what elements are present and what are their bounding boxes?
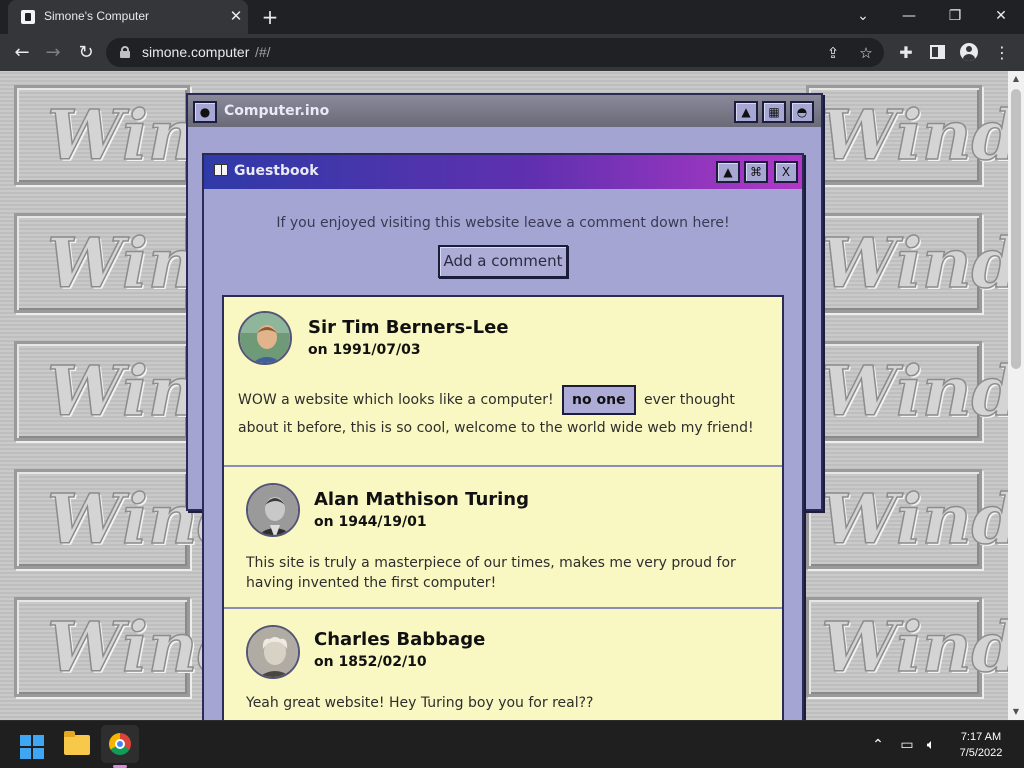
comment-author: Alan Mathison Turing <box>314 489 529 510</box>
close-window-icon[interactable]: ✕ <box>981 4 1021 28</box>
grid-icon[interactable]: ▦ <box>762 101 786 123</box>
url-path: /#/ <box>255 44 271 60</box>
comment-date: on 1852/02/10 <box>314 654 427 670</box>
background-tile: Windo <box>14 85 291 185</box>
restore-icon[interactable]: ❐ <box>935 4 975 28</box>
comment-item: Sir Tim Berners-Lee on 1991/07/03 WOW a … <box>224 297 782 467</box>
window-menu-icon[interactable]: ● <box>193 101 217 123</box>
comment-item: Charles Babbage on 1852/02/10 Yeah great… <box>224 611 782 720</box>
comment-list[interactable]: Sir Tim Berners-Lee on 1991/07/03 WOW a … <box>222 295 784 720</box>
close-icon[interactable]: X <box>774 161 798 183</box>
forward-arrow-icon[interactable]: → <box>40 40 66 66</box>
comment-body: Yeah great website! Hey Turing boy you f… <box>246 695 594 711</box>
guestbook-title: Guestbook <box>234 163 319 179</box>
file-explorer-icon[interactable] <box>64 731 90 755</box>
minimize-icon[interactable]: — <box>889 4 929 28</box>
background-tile: Windo <box>806 469 1008 569</box>
background-logo-text: Windo <box>820 480 1008 560</box>
computer-window-title: Computer.ino <box>224 103 330 119</box>
browser-toolbar: ← → ↻ simone.computer /#/ ⇪ ☆ ✚ ⋮ <box>0 34 1024 71</box>
network-icon[interactable]: ▭ <box>896 733 918 757</box>
extensions-puzzle-icon[interactable]: ✚ <box>893 40 919 66</box>
background-tile: Windo <box>14 341 291 441</box>
bookmark-star-icon[interactable]: ☆ <box>855 42 877 64</box>
taskbar: ⌃ ▭ 🔈︎ 7:17 AM 7/5/2022 <box>0 720 1024 768</box>
background-tile: Windo <box>14 469 291 569</box>
avatar <box>246 625 300 679</box>
background-tile: Windo <box>806 213 1008 313</box>
book-icon <box>214 164 228 176</box>
add-comment-button[interactable]: Add a comment <box>438 245 568 278</box>
tab-search-icon[interactable]: ⌄ <box>843 4 883 28</box>
no-one-button[interactable]: no one <box>562 385 636 415</box>
comment-date: on 1991/07/03 <box>308 342 421 358</box>
minimize-triangle-icon[interactable]: ▲ <box>716 161 740 183</box>
lock-icon[interactable] <box>120 46 130 58</box>
tab-title: Simone's Computer <box>44 9 149 23</box>
more-menu-icon[interactable]: ⋮ <box>989 40 1015 66</box>
chrome-icon <box>109 733 131 755</box>
half-circle-icon[interactable]: ◓ <box>790 101 814 123</box>
scroll-down-arrow-icon[interactable]: ▼ <box>1008 704 1024 720</box>
guestbook-intro: If you enjoyed visiting this website lea… <box>276 215 730 231</box>
clock-date: 7/5/2022 <box>959 747 1003 759</box>
clock-time: 7:17 AM <box>960 731 1002 743</box>
background-logo-text: Windo <box>820 224 1008 304</box>
share-icon[interactable]: ⇪ <box>822 42 844 64</box>
comment-body: WOW a website which looks like a compute… <box>238 385 772 441</box>
site-favicon-icon <box>21 10 35 24</box>
command-icon[interactable]: ⌘ <box>744 161 768 183</box>
address-bar[interactable]: simone.computer /#/ ⇪ ☆ <box>106 38 884 67</box>
guestbook-window[interactable]: Guestbook ▲ ⌘ X If you enjoyed visiting … <box>202 153 804 720</box>
minimize-triangle-icon[interactable]: ▲ <box>734 101 758 123</box>
comment-date: on 1944/19/01 <box>314 514 427 530</box>
page-scrollbar[interactable]: ▲ ▼ <box>1008 71 1024 720</box>
page-viewport: Windo Windo Windo Windo Windo Windo Wind… <box>0 71 1008 720</box>
computer-window-titlebar[interactable]: ● Computer.ino ▲ ▦ ◓ <box>188 95 821 127</box>
background-logo-text: Windo <box>820 608 1008 688</box>
comment-author: Charles Babbage <box>314 629 486 650</box>
chrome-taskbar-button[interactable] <box>101 725 139 763</box>
background-logo-text: Windo <box>820 96 1008 176</box>
comment-item: Alan Mathison Turing on 1944/19/01 This … <box>224 469 782 609</box>
windows-start-icon[interactable] <box>20 735 44 759</box>
background-tile: Windo <box>806 341 1008 441</box>
comment-body: This site is truly a masterpiece of our … <box>246 555 736 591</box>
background-logo-text: Windo <box>820 352 1008 432</box>
tab-strip: Simone's Computer ✕ + ⌄ — ❐ ✕ <box>0 0 1024 34</box>
background-tile: Windo <box>14 597 291 697</box>
show-hidden-icons-chevron-icon[interactable]: ⌃ <box>868 733 888 757</box>
background-tile: Windo <box>14 213 291 313</box>
back-arrow-icon[interactable]: ← <box>9 40 35 66</box>
avatar <box>246 483 300 537</box>
scroll-up-arrow-icon[interactable]: ▲ <box>1008 71 1024 87</box>
reload-icon[interactable]: ↻ <box>73 40 99 66</box>
background-tile: Windo <box>806 85 1008 185</box>
guestbook-titlebar[interactable]: Guestbook ▲ ⌘ X <box>204 155 802 189</box>
close-tab-icon[interactable]: ✕ <box>226 6 246 26</box>
side-panel-icon[interactable] <box>930 45 945 59</box>
background-tile: Windo <box>806 597 1008 697</box>
avatar <box>238 311 292 365</box>
system-clock[interactable]: 7:17 AM 7/5/2022 <box>950 729 1012 761</box>
volume-icon[interactable]: 🔈︎ <box>920 733 942 757</box>
scrollbar-thumb[interactable] <box>1011 89 1021 369</box>
new-tab-icon[interactable]: + <box>258 5 282 29</box>
comment-author: Sir Tim Berners-Lee <box>308 317 509 338</box>
browser-tab[interactable]: Simone's Computer ✕ <box>8 0 248 34</box>
comment-text: WOW a website which looks like a compute… <box>238 392 554 408</box>
profile-avatar-icon[interactable] <box>960 43 978 61</box>
url-host: simone.computer <box>142 44 250 60</box>
